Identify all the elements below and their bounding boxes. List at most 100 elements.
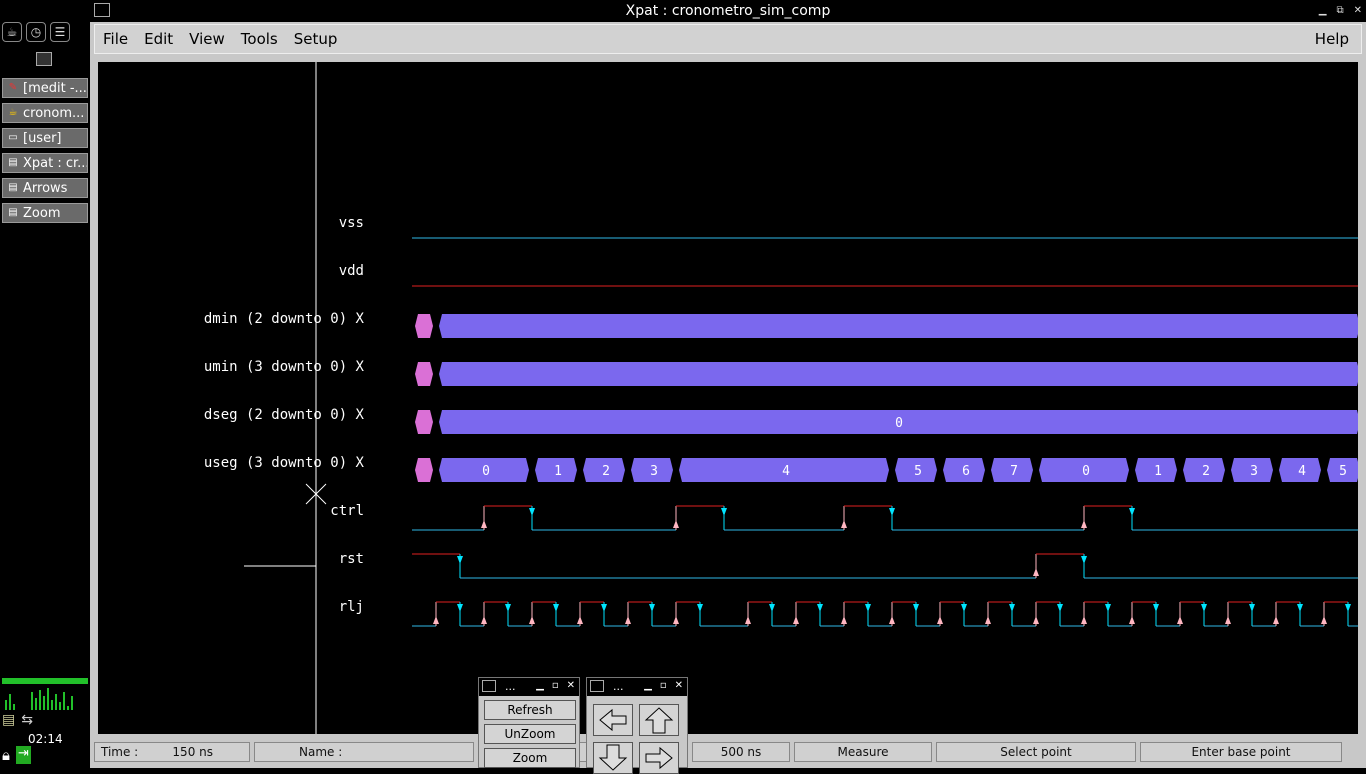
signal-name: vss <box>339 215 364 231</box>
menu-bar: File Edit View Tools Setup Help <box>94 24 1362 54</box>
fall-arrow-icon <box>457 604 463 612</box>
task-xpat[interactable]: ▤ Xpat : cr... <box>2 153 88 173</box>
fall-arrow-icon <box>529 508 535 516</box>
app-icon: ☕ <box>8 107 18 118</box>
rise-arrow-icon <box>937 616 943 624</box>
folder-icon: ▭ <box>8 132 18 143</box>
window-menu-icon[interactable] <box>482 680 496 692</box>
app-launcher-icon[interactable]: ☕ <box>2 22 22 42</box>
unzoom-button[interactable]: UnZoom <box>484 724 576 744</box>
task-label: Arrows <box>23 180 68 196</box>
menu-edit[interactable]: Edit <box>136 30 181 48</box>
xpat-window: Xpat : cronometro_sim_comp ▁ ⧉ ✕ File Ed… <box>90 0 1366 768</box>
fall-arrow-icon <box>697 604 703 612</box>
select-point-label: Select point <box>1000 745 1072 759</box>
task-cronometro[interactable]: ☕ cronom... <box>2 103 88 123</box>
rise-arrow-icon <box>529 616 535 624</box>
close-icon[interactable]: ✕ <box>1354 0 1362 22</box>
menu-view[interactable]: View <box>181 30 233 48</box>
close-icon[interactable]: ✕ <box>567 680 575 691</box>
minimize-icon[interactable]: ▁ <box>644 680 652 691</box>
bus-value: 1 <box>554 464 562 479</box>
bus-value: 4 <box>782 464 790 479</box>
status-measure: Measure <box>794 742 932 762</box>
zoom-button[interactable]: Zoom <box>484 748 576 768</box>
network-icon[interactable]: ⇆ <box>21 712 33 728</box>
menu-setup[interactable]: Setup <box>286 30 346 48</box>
bus-value: 2 <box>602 464 610 479</box>
menu-file[interactable]: File <box>95 30 136 48</box>
fall-arrow-icon <box>457 556 463 564</box>
arrow-up-button[interactable] <box>639 704 679 736</box>
bus-value: 0 <box>482 464 490 479</box>
fall-arrow-icon <box>553 604 559 612</box>
task-user[interactable]: ▭ [user] <box>2 128 88 148</box>
minimize-icon[interactable]: ▁ <box>536 680 544 691</box>
desktop-icon[interactable] <box>36 52 52 66</box>
rise-arrow-icon <box>1033 616 1039 624</box>
bus-segment <box>415 362 433 386</box>
logout-icon[interactable]: ⇥ <box>15 746 31 764</box>
rise-arrow-icon <box>433 616 439 624</box>
bus-value: 0 <box>1082 464 1090 479</box>
fall-arrow-icon <box>649 604 655 612</box>
rise-arrow-icon <box>985 616 991 624</box>
list-launcher-icon[interactable]: ☰ <box>50 22 70 42</box>
rise-arrow-icon <box>1321 616 1327 624</box>
rise-arrow-icon <box>625 616 631 624</box>
fall-arrow-icon <box>889 508 895 516</box>
task-label: [user] <box>23 130 62 146</box>
bus-value: 5 <box>914 464 922 479</box>
task-label: Xpat : cr... <box>23 155 88 171</box>
task-zoom[interactable]: ▤ Zoom <box>2 203 88 223</box>
window-title: Xpat : cronometro_sim_comp <box>625 3 831 19</box>
maximize-icon[interactable]: ▫ <box>552 680 559 691</box>
name-label: Name : <box>299 745 343 759</box>
fall-arrow-icon <box>1297 604 1303 612</box>
rise-arrow-icon <box>481 616 487 624</box>
bus-segment <box>439 362 1358 386</box>
enter-base-point-label: Enter base point <box>1191 745 1291 759</box>
arrow-down-button[interactable] <box>593 742 633 774</box>
fall-arrow-icon <box>1009 604 1015 612</box>
refresh-button[interactable]: Refresh <box>484 700 576 720</box>
arrows-panel: ... ▁ ▫ ✕ <box>586 677 688 774</box>
bus-value: 1 <box>1154 464 1162 479</box>
fall-arrow-icon <box>1105 604 1111 612</box>
rise-arrow-icon <box>1033 568 1039 576</box>
session-icons: 🔒︎ ⇥ <box>2 746 31 764</box>
bus-segment <box>415 314 433 338</box>
minimize-icon[interactable]: ▁ <box>1319 0 1327 22</box>
arrow-right-button[interactable] <box>639 742 679 774</box>
maximize-icon[interactable]: ⧉ <box>1336 0 1343 22</box>
arrows-panel-titlebar[interactable]: ... ▁ ▫ ✕ <box>587 678 687 696</box>
rise-arrow-icon <box>1177 616 1183 624</box>
waveform-svg[interactable]: vss vdd dmin (2 downto 0) X umin (3 downto … <box>98 62 1358 734</box>
window-menu-icon[interactable] <box>94 3 110 17</box>
lock-icon[interactable]: 🔒︎ <box>2 746 10 764</box>
maximize-icon[interactable]: ▫ <box>660 680 667 691</box>
clock: 02:14 <box>28 732 63 746</box>
time-value: 150 ns <box>172 745 213 759</box>
waveform-canvas[interactable]: vss vdd dmin (2 downto 0) X umin (3 downto … <box>98 62 1358 734</box>
task-label: cronom... <box>23 105 85 121</box>
fall-arrow-icon <box>721 508 727 516</box>
task-medit[interactable]: ✎ [medit -... <box>2 78 88 98</box>
clock-launcher-icon[interactable]: ◷ <box>26 22 46 42</box>
signal-name: umin (3 downto 0) X <box>204 359 365 375</box>
bus-value: 0 <box>895 416 903 431</box>
status-step: 500 ns <box>692 742 790 762</box>
menu-help[interactable]: Help <box>1307 30 1361 48</box>
task-arrows[interactable]: ▤ Arrows <box>2 178 88 198</box>
tray-icons: ▤ ⇆ <box>2 712 33 728</box>
arrow-left-button[interactable] <box>593 704 633 736</box>
menu-tools[interactable]: Tools <box>233 30 286 48</box>
close-icon[interactable]: ✕ <box>675 680 683 691</box>
bus-value: 3 <box>650 464 658 479</box>
zoom-panel-titlebar[interactable]: ... ▁ ▫ ✕ <box>479 678 579 696</box>
clipboard-icon[interactable]: ▤ <box>2 712 15 728</box>
window-icon: ▤ <box>8 157 18 168</box>
window-menu-icon[interactable] <box>590 680 604 692</box>
title-bar[interactable]: Xpat : cronometro_sim_comp ▁ ⧉ ✕ <box>90 0 1366 22</box>
bus-segment <box>415 458 433 482</box>
